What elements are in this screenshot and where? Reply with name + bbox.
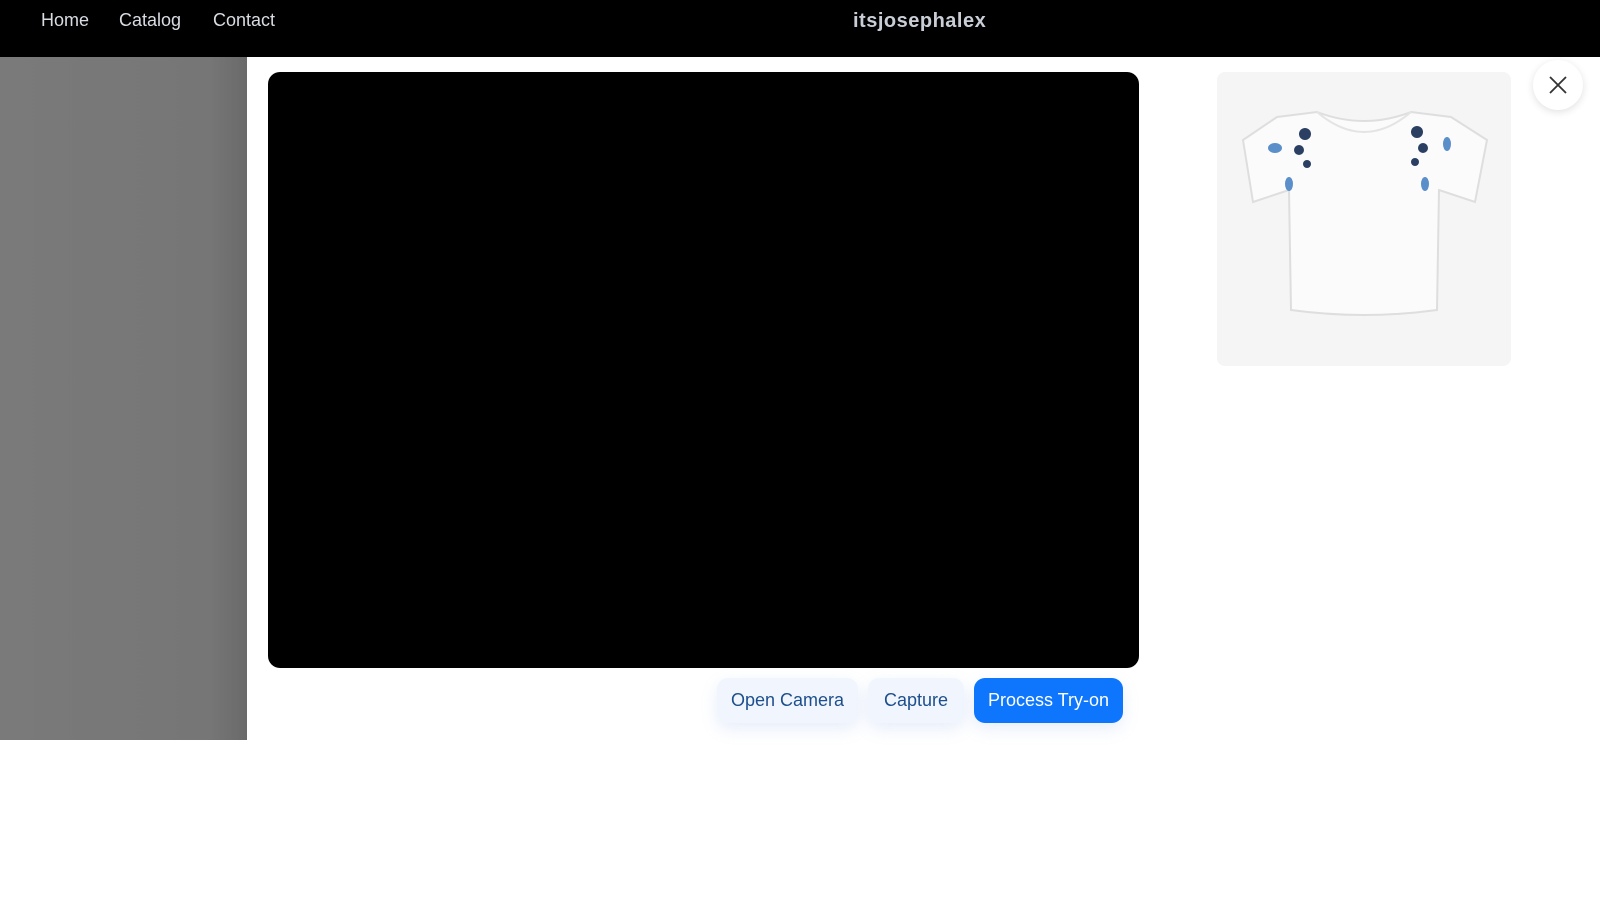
process-try-on-button[interactable]: Process Try-on <box>974 678 1123 723</box>
top-nav: Home Catalog Contact itsjosephalex <box>0 0 1600 57</box>
nav-home[interactable]: Home <box>41 10 89 31</box>
camera-video <box>268 72 1139 668</box>
capture-button[interactable]: Capture <box>868 678 964 723</box>
product-image <box>1241 110 1489 316</box>
brand-logo[interactable]: itsjosephalex <box>853 10 986 33</box>
close-button[interactable] <box>1533 60 1583 110</box>
nav-catalog[interactable]: Catalog <box>119 10 181 31</box>
open-camera-button[interactable]: Open Camera <box>717 678 858 723</box>
try-on-modal: Open Camera Capture Process Try-on <box>247 57 1600 740</box>
product-image-card <box>1217 72 1511 366</box>
modal-backdrop[interactable] <box>0 57 247 740</box>
close-icon <box>1549 76 1567 94</box>
nav-contact[interactable]: Contact <box>213 10 275 31</box>
